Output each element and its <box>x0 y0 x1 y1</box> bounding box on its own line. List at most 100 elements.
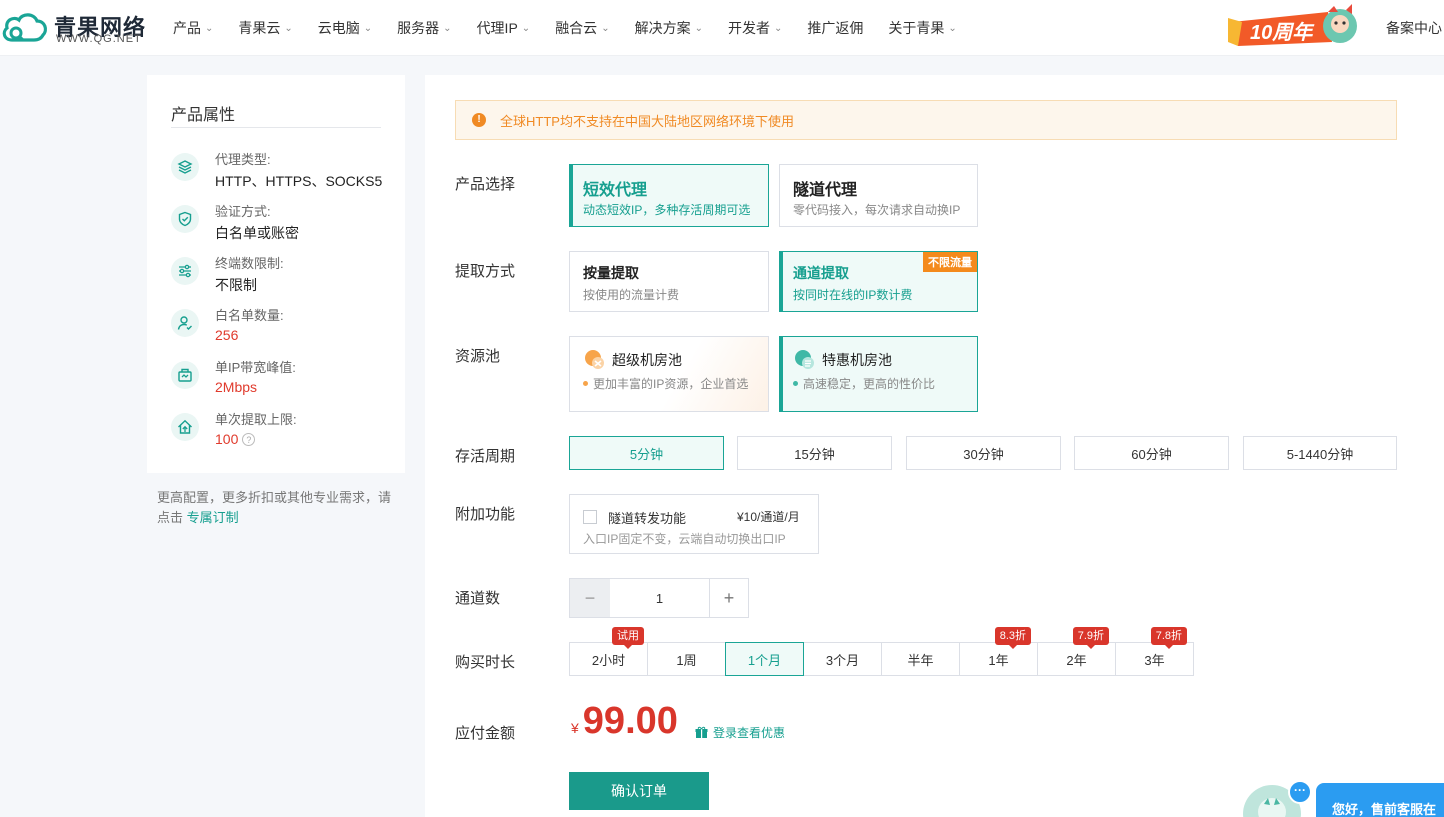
addon-label: 附加功能 <box>455 506 516 523</box>
top-header: 青果网络 WWW.QG.NET 产品 ⌄ 青果云 ⌄ 云电脑 ⌄ 服务器 ⌄ 代理IP ⌄ 融合云 ⌄… <box>0 0 1444 56</box>
chevron-down-icon: ⌄ <box>948 22 957 34</box>
attr-label: 单IP带宽峰值: <box>215 360 296 375</box>
attributes-title: 产品属性 <box>171 107 236 124</box>
divider <box>171 127 381 128</box>
duration-option[interactable]: 1周 <box>647 642 726 676</box>
duration-option[interactable]: 3年 7.8折 <box>1115 627 1194 676</box>
duration-label-text: 1周 <box>676 652 697 668</box>
attr-label: 白名单数量: <box>215 308 284 323</box>
price-amount: 99.00 <box>582 700 678 742</box>
shield-check-icon <box>171 205 199 233</box>
nav-item[interactable]: 解决方案 ⌄ <box>635 18 703 38</box>
addon-tunnel-forward: 隧道转发功能 ¥10/通道/月 入口IP固定不变，云端自动切换出口IP <box>569 494 819 554</box>
chevron-down-icon: ⌄ <box>284 22 293 34</box>
option-desc: 动态短效IP，多种存活周期可选 <box>583 203 751 217</box>
bullet-dot <box>583 381 588 386</box>
nav-item[interactable]: 关于青果 ⌄ <box>888 18 956 38</box>
lifetime-option-15min[interactable]: 15分钟 <box>737 436 892 470</box>
product-option-tunnel[interactable]: 隧道代理 零代码接入，每次请求自动换IP <box>779 164 978 227</box>
nav-item-label: 融合云 <box>555 20 598 36</box>
duration-label-text: 2小时 <box>591 652 626 668</box>
addon-name: 隧道转发功能 <box>608 511 687 526</box>
logo[interactable]: 青果网络 WWW.QG.NET <box>0 8 150 48</box>
attr-auth-method: 验证方式: 白名单或账密 <box>171 201 401 249</box>
logo-url: WWW.QG.NET <box>56 33 142 45</box>
increment-button[interactable]: + <box>710 579 748 617</box>
duration-option[interactable]: 1年 8.3折 <box>959 627 1038 676</box>
bullet-dot <box>793 381 798 386</box>
coupon-link[interactable]: 登录查看优惠 <box>695 724 785 741</box>
option-desc: 按同时在线的IP数计费 <box>793 288 913 302</box>
payment-label: 应付金额 <box>455 725 516 742</box>
chat-bubble-dots: ··· <box>1294 783 1306 797</box>
product-label: 产品选择 <box>455 176 516 193</box>
price-display: ¥99.00 <box>571 700 678 743</box>
pool-option-super[interactable]: 超级机房池 更加丰富的IP资源，企业首选 <box>569 336 769 412</box>
sliders-icon <box>171 257 199 285</box>
product-attributes-card: 产品属性 代理类型: HTTP、HTTPS、SOCKS5 验证方式: 白名单或账… <box>147 75 405 473</box>
lifetime-option-5min[interactable]: 5分钟 <box>569 436 724 470</box>
attr-value: 白名单或账密 <box>215 225 299 241</box>
support-chat-bar[interactable]: 您好，售前客服在 <box>1316 783 1444 817</box>
attr-value: 不限制 <box>215 277 257 293</box>
nav-item[interactable]: 青果云 ⌄ <box>238 18 292 38</box>
lifetime-option-custom[interactable]: 5-1440分钟 <box>1243 436 1397 470</box>
extract-option-quantity[interactable]: 按量提取 按使用的流量计费 <box>569 251 769 312</box>
question-icon[interactable]: ? <box>242 433 256 446</box>
nav-item-label: 青果云 <box>238 20 281 36</box>
attr-label: 单次提取上限: <box>215 412 297 427</box>
custom-order-link[interactable]: 专属订制 <box>187 510 239 525</box>
option-title: 按量提取 <box>583 265 639 281</box>
duration-option[interactable]: 2小时 试用 <box>569 627 648 676</box>
addon-desc: 入口IP固定不变，云端自动切换出口IP <box>583 532 786 546</box>
duration-option[interactable]: 1个月 <box>725 642 804 676</box>
option-desc-wrap: 更加丰富的IP资源，企业首选 <box>583 375 748 392</box>
bandwidth-icon <box>171 361 199 389</box>
lifetime-option-30min[interactable]: 30分钟 <box>906 436 1061 470</box>
chevron-down-icon: ⌄ <box>443 22 452 34</box>
attr-value-wrap: 100? <box>215 431 256 447</box>
nav-item[interactable]: 云电脑 ⌄ <box>318 18 372 38</box>
duration-option[interactable]: 2年 7.9折 <box>1037 627 1116 676</box>
confirm-order-button[interactable]: 确认订单 <box>569 772 709 810</box>
nav-item[interactable]: 融合云 ⌄ <box>555 18 609 38</box>
extract-label: 提取方式 <box>455 263 516 280</box>
option-desc: 高速稳定，更高的性价比 <box>803 377 936 391</box>
duration-option[interactable]: 3个月 <box>803 642 882 676</box>
decrement-button[interactable]: − <box>570 579 610 617</box>
product-option-short[interactable]: 短效代理 动态短效IP，多种存活周期可选 <box>569 164 769 227</box>
lifetime-option-60min[interactable]: 60分钟 <box>1074 436 1229 470</box>
warning-icon: ! <box>472 113 486 127</box>
unlimited-traffic-badge: 不限流量 <box>923 252 977 272</box>
anniversary-badge[interactable]: 10周年 <box>1228 4 1360 50</box>
chat-bubble-icon: ··· <box>1288 780 1312 804</box>
nav-item[interactable]: 服务器 ⌄ <box>397 18 451 38</box>
layers-icon <box>171 153 199 181</box>
pool-option-discount[interactable]: 特惠机房池 高速稳定，更高的性价比 <box>779 336 978 412</box>
option-desc-wrap: 高速稳定，更高的性价比 <box>793 375 935 392</box>
nav-item-label: 云电脑 <box>317 20 360 36</box>
tunnel-forward-checkbox[interactable] <box>583 510 597 524</box>
record-center-link[interactable]: 备案中心 <box>1386 18 1442 38</box>
duration-label-text: 1个月 <box>747 652 782 668</box>
attr-terminal-limit: 终端数限制: 不限制 <box>171 253 401 301</box>
option-title: 超级机房池 <box>612 352 682 368</box>
anniversary-text: 10周年 <box>1250 22 1313 44</box>
nav-item[interactable]: 代理IP ⌄ <box>477 18 531 38</box>
duration-option[interactable]: 半年 <box>881 642 960 676</box>
chevron-down-icon: ⌄ <box>694 22 703 34</box>
super-pool-icon <box>585 350 604 369</box>
channel-count-input[interactable]: 1 <box>610 579 710 617</box>
nav-item[interactable]: 产品 ⌄ <box>173 18 213 38</box>
support-avatar[interactable]: ··· <box>1242 780 1312 817</box>
attr-label: 验证方式: <box>215 204 271 219</box>
nav-item[interactable]: 推广返佣 <box>807 18 863 38</box>
coupon-text: 登录查看优惠 <box>713 726 786 740</box>
nav-item[interactable]: 开发者 ⌄ <box>728 18 782 38</box>
upload-home-icon <box>171 413 199 441</box>
option-desc: 按使用的流量计费 <box>583 288 680 302</box>
attr-value: 100 <box>215 431 239 447</box>
duration-label-text: 2年 <box>1066 652 1087 668</box>
extract-option-channel[interactable]: 通道提取 按同时在线的IP数计费 不限流量 <box>779 251 978 312</box>
discount-badge: 8.3折 <box>994 627 1031 649</box>
